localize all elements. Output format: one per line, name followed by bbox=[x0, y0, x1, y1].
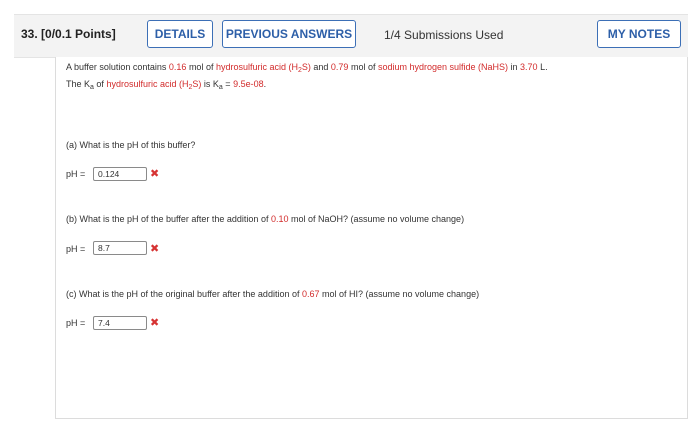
part-b-question: (b) What is the pH of the buffer after t… bbox=[66, 214, 465, 224]
part-b-ph-label: pH = bbox=[66, 244, 86, 254]
my-notes-button[interactable]: MY NOTES bbox=[597, 20, 681, 48]
salt-name: sodium hydrogen sulfide (NaHS) bbox=[377, 62, 509, 72]
ka-acid-name: hydrosulfuric acid (H2S) bbox=[106, 79, 202, 91]
incorrect-x-icon: ✖ bbox=[150, 243, 160, 255]
mol-salt-value: 0.79 bbox=[330, 62, 349, 72]
part-c-question: (c) What is the pH of the original buffe… bbox=[66, 289, 480, 299]
part-a-ph-label: pH = bbox=[66, 169, 86, 179]
problem-statement-line-2: The Ka of hydrosulfuric acid (H2S) is Ka… bbox=[66, 79, 267, 91]
mol-acid-value: 0.16 bbox=[168, 62, 187, 72]
question-content-panel: A buffer solution contains 0.16 mol of h… bbox=[55, 57, 688, 419]
part-c-amount: 0.67 bbox=[301, 289, 320, 299]
acid-name: hydrosulfuric acid (H2S) bbox=[215, 62, 311, 74]
incorrect-x-icon: ✖ bbox=[150, 317, 160, 329]
question-points: [0/0.1 Points] bbox=[41, 27, 116, 41]
incorrect-x-icon: ✖ bbox=[150, 168, 160, 180]
question-number: 33. bbox=[21, 27, 38, 41]
question-number-points: 33. [0/0.1 Points] bbox=[21, 27, 116, 41]
part-c-ph-label: pH = bbox=[66, 318, 86, 328]
part-a-ph-input[interactable]: 0.124 bbox=[93, 167, 147, 181]
volume-value: 3.70 bbox=[520, 62, 538, 72]
problem-statement-line-1: A buffer solution contains 0.16 mol of h… bbox=[66, 62, 548, 74]
previous-answers-button[interactable]: PREVIOUS ANSWERS bbox=[222, 20, 356, 48]
details-button[interactable]: DETAILS bbox=[147, 20, 213, 48]
part-a-question: (a) What is the pH of this buffer? bbox=[66, 140, 196, 150]
part-b-amount: 0.10 bbox=[270, 214, 289, 224]
ka-value: 9.5e-08 bbox=[233, 79, 264, 89]
part-c-ph-input[interactable]: 7.4 bbox=[93, 316, 147, 330]
part-b-ph-input[interactable]: 8.7 bbox=[93, 241, 147, 255]
submissions-used: 1/4 Submissions Used bbox=[384, 28, 504, 42]
